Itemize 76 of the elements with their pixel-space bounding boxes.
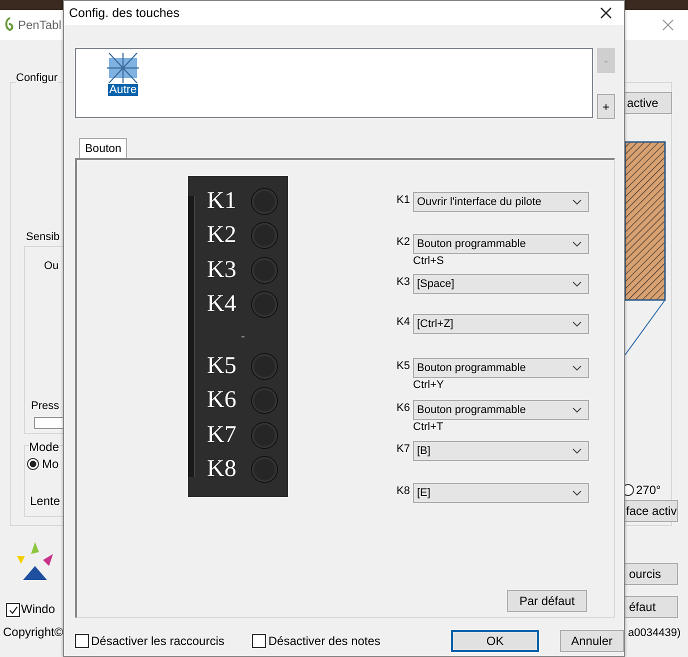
tab[interactable]: Bouton <box>79 138 128 158</box>
default-button[interactable]: Par défaut <box>507 590 587 612</box>
round-key <box>251 456 278 484</box>
chevron-down-icon <box>572 321 582 327</box>
action-dropdown[interactable]: [Space] <box>413 274 589 294</box>
key-name: K4 <box>396 315 410 328</box>
key-name: K8 <box>396 484 410 497</box>
checkbox-label: Désactiver les raccourcis <box>91 634 224 648</box>
checkbox[interactable] <box>75 634 89 648</box>
separator-mark: - <box>241 328 245 342</box>
action-dropdown[interactable]: Bouton programmable <box>413 400 589 420</box>
round-key <box>251 422 278 449</box>
key-label: K2 <box>207 222 238 250</box>
action-dropdown[interactable]: Ouvrir l'interface du pilote <box>413 192 589 212</box>
checkbox-label: Windo <box>21 602 56 616</box>
action-dropdown[interactable]: [B] <box>413 441 589 461</box>
round-key <box>251 222 278 250</box>
key-name: K7 <box>396 442 410 455</box>
version-text: a0034439) <box>628 627 681 639</box>
triangles-logo-icon <box>15 540 55 582</box>
speed-label: Lente <box>30 494 60 508</box>
group-title: Configur <box>16 72 58 84</box>
crossed-square-icon[interactable] <box>106 52 140 84</box>
round-key <box>251 387 278 414</box>
chevron-down-icon <box>572 365 582 371</box>
pressure-label: Press <box>31 400 60 412</box>
key-name: K2 <box>396 235 410 248</box>
add-button[interactable]: + <box>597 94 615 119</box>
checkbox-label: Désactiver des notes <box>268 634 380 648</box>
action-dropdown[interactable]: [Ctrl+Z] <box>413 314 589 334</box>
round-key <box>251 352 278 380</box>
key-label: K3 <box>207 256 238 284</box>
key-label: K7 <box>207 422 238 449</box>
key-name: K1 <box>396 193 410 206</box>
checkbox[interactable] <box>252 634 266 648</box>
chevron-down-icon <box>572 407 582 413</box>
copyright-text: Copyright© <box>3 625 64 639</box>
default-button[interactable]: éfaut <box>624 596 678 618</box>
key-label: K5 <box>207 352 238 380</box>
action-dropdown[interactable]: [E] <box>413 483 589 503</box>
key-label: K6 <box>207 387 238 414</box>
round-key <box>251 256 278 284</box>
ok-button[interactable]: OK <box>451 630 539 652</box>
chevron-down-icon <box>572 241 582 247</box>
checkbox[interactable] <box>6 603 20 617</box>
shortcuts-button[interactable]: ourcis <box>624 563 678 585</box>
radio-button[interactable] <box>27 458 39 470</box>
chevron-down-icon <box>572 199 582 205</box>
key-name: K3 <box>396 275 410 288</box>
round-key <box>251 291 278 318</box>
round-key <box>251 188 278 215</box>
key-label: K4 <box>207 291 238 318</box>
shortcut-text: Ctrl+S <box>413 255 444 267</box>
shortcut-text: Ctrl+T <box>413 421 444 433</box>
application-label[interactable]: Autre <box>108 84 138 96</box>
chevron-down-icon <box>572 448 582 454</box>
rotation-option-label: 270° <box>636 483 661 497</box>
shortcut-text: Ctrl+Y <box>413 379 444 391</box>
active-button[interactable]: active <box>622 92 672 114</box>
key-name: K5 <box>396 359 410 372</box>
mode-option-label: Mo <box>42 457 59 471</box>
key-label: K8 <box>207 456 238 484</box>
action-dropdown[interactable]: Bouton programmable <box>413 234 589 254</box>
key-name: K6 <box>396 401 410 414</box>
chevron-down-icon <box>572 490 582 496</box>
cancel-button[interactable]: Annuler <box>560 630 624 652</box>
group-title: Mode <box>29 440 60 454</box>
window-title: PenTabl <box>18 18 62 32</box>
interface-button[interactable]: face activ <box>624 500 678 522</box>
action-dropdown[interactable]: Bouton programmable <box>413 358 589 378</box>
chevron-down-icon <box>572 281 582 287</box>
group-title: Sensib <box>26 231 60 243</box>
dialog-title: Config. des touches <box>69 6 180 20</box>
key-label: K1 <box>207 188 238 215</box>
output-label: Ou <box>44 260 59 272</box>
close-icon[interactable] <box>600 7 612 19</box>
